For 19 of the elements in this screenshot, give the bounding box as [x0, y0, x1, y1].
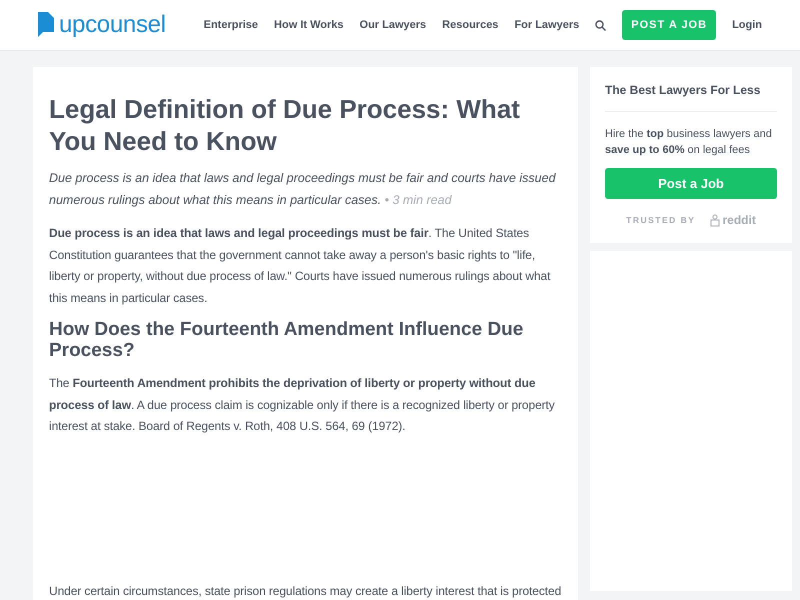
paragraph: The Fourteenth Amendment prohibits the deprivation of liberty or property without due process of law. A due process claim is cognizable only if there is a recognized liberty or property interest at stake. Board of Regents v. Roth, 408 U.S. 564, 69 (1972).: [49, 376, 555, 433]
logo-icon: [38, 12, 54, 38]
nav-link[interactable]: Resources: [442, 19, 498, 31]
trusted-label: TRUSTED BY: [626, 215, 696, 225]
section-heading: How Does the Fourteenth Amendment Influence Due Process?: [49, 319, 524, 361]
nav-link[interactable]: How It Works: [274, 19, 344, 31]
search-icon[interactable]: [595, 20, 606, 30]
paragraph: Due process is an idea that laws and legal proceedings must be fair. The United States Constitution guarantees that the government cannot take away a person's basic rights to "life, liberty or property, without due process of law." Courts have issued numerous rulings about what this means in particular cases.: [49, 226, 550, 304]
promo-title: The Best Lawyers For Less: [605, 83, 777, 112]
nav-link[interactable]: Enterprise: [204, 19, 258, 31]
nav-link[interactable]: Our Lawyers: [360, 19, 426, 31]
paragraph: Under certain circumstances, state prison regulations may create a liberty interest that is protected: [49, 584, 562, 598]
article-summary: Due process is an idea that laws and legal proceedings must be fair and courts have issued numerous rulings about what this means in particular cases. • 3 min read: [49, 170, 557, 209]
logo[interactable]: upcounsel: [59, 11, 166, 39]
promo-text: Hire the top business lawyers and save up to 60% on legal fees: [605, 128, 772, 156]
article-title: Legal Definition of Due Process: What You Need to Know: [49, 93, 521, 157]
nav-link[interactable]: For Lawyers: [514, 19, 580, 31]
brand-logo: reddit: [709, 213, 756, 227]
login-link[interactable]: Login: [732, 19, 762, 31]
